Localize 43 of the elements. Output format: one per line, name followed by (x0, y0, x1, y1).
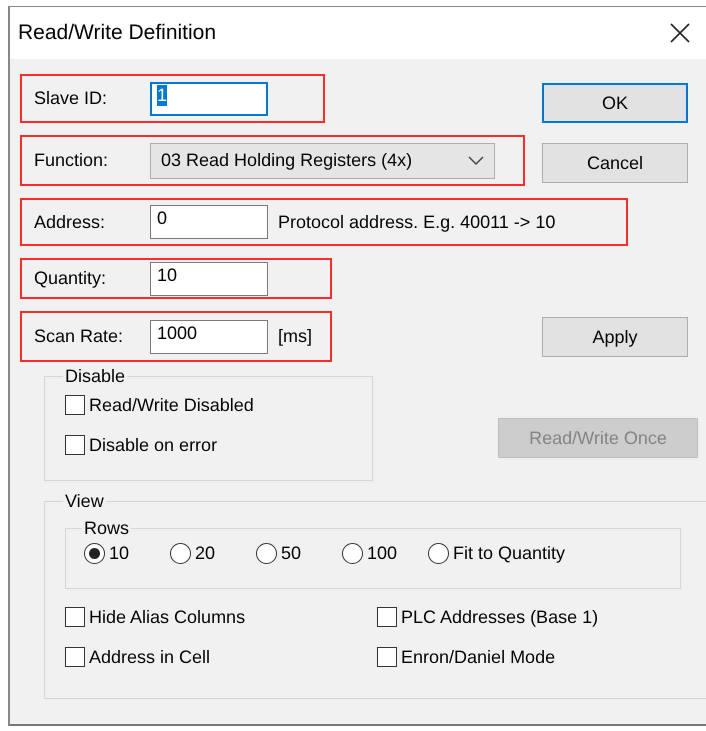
input-field[interactable]: 1000 (150, 320, 268, 354)
radio-button[interactable] (170, 542, 191, 564)
chevron-icon (468, 156, 484, 166)
input-field[interactable]: 10 (150, 262, 268, 296)
radio-button[interactable] (84, 542, 105, 564)
checkbox-label[interactable]: Read/Write Disabled (89, 394, 254, 416)
field-hint: [ms] (278, 326, 312, 347)
input-field[interactable]: 1 (150, 82, 268, 116)
radio-label[interactable]: 20 (195, 542, 216, 564)
radio-button[interactable] (428, 542, 449, 564)
radio-label[interactable]: 10 (109, 542, 130, 564)
window-title: Read/Write Definition (18, 21, 216, 45)
group-label: View (64, 491, 105, 512)
checkbox-label[interactable]: PLC Addresses (Base 1) (401, 606, 598, 628)
function-dropdown[interactable]: 03 Read Holding Registers (4x) (150, 142, 495, 178)
checkbox[interactable] (65, 607, 85, 627)
group-label: Disable (64, 366, 126, 387)
close-icon[interactable] (670, 23, 690, 43)
field-label: Quantity: (34, 268, 108, 289)
field-label: Slave ID: (34, 88, 108, 109)
dialog-button[interactable]: Cancel (542, 143, 688, 183)
radio-label[interactable]: 100 (367, 542, 398, 564)
dialog-button[interactable]: Apply (542, 317, 688, 357)
radio-button[interactable] (342, 542, 363, 564)
group-label: Rows (83, 518, 130, 539)
checkbox-label[interactable]: Hide Alias Columns (89, 606, 246, 628)
checkbox[interactable] (377, 647, 397, 667)
radio-label[interactable]: Fit to Quantity (453, 542, 566, 564)
checkbox[interactable] (65, 435, 85, 455)
field-label: Scan Rate: (34, 326, 124, 347)
checkbox-label[interactable]: Disable on error (89, 434, 218, 456)
checkbox[interactable] (65, 647, 85, 667)
checkbox[interactable] (377, 607, 397, 627)
radio-label[interactable]: 50 (281, 542, 302, 564)
checkbox-label[interactable]: Enron/Daniel Mode (401, 646, 556, 668)
field-label: Address: (34, 212, 106, 232)
field-label: Function: (34, 150, 110, 171)
field-hint: Protocol address. E.g. 40011 -> 10 (278, 212, 556, 232)
dialog-button[interactable]: OK (542, 83, 688, 123)
checkbox[interactable] (65, 395, 85, 415)
input-field[interactable]: 0 (150, 205, 268, 239)
radio-button[interactable] (256, 542, 277, 564)
checkbox-label[interactable]: Address in Cell (89, 646, 210, 668)
